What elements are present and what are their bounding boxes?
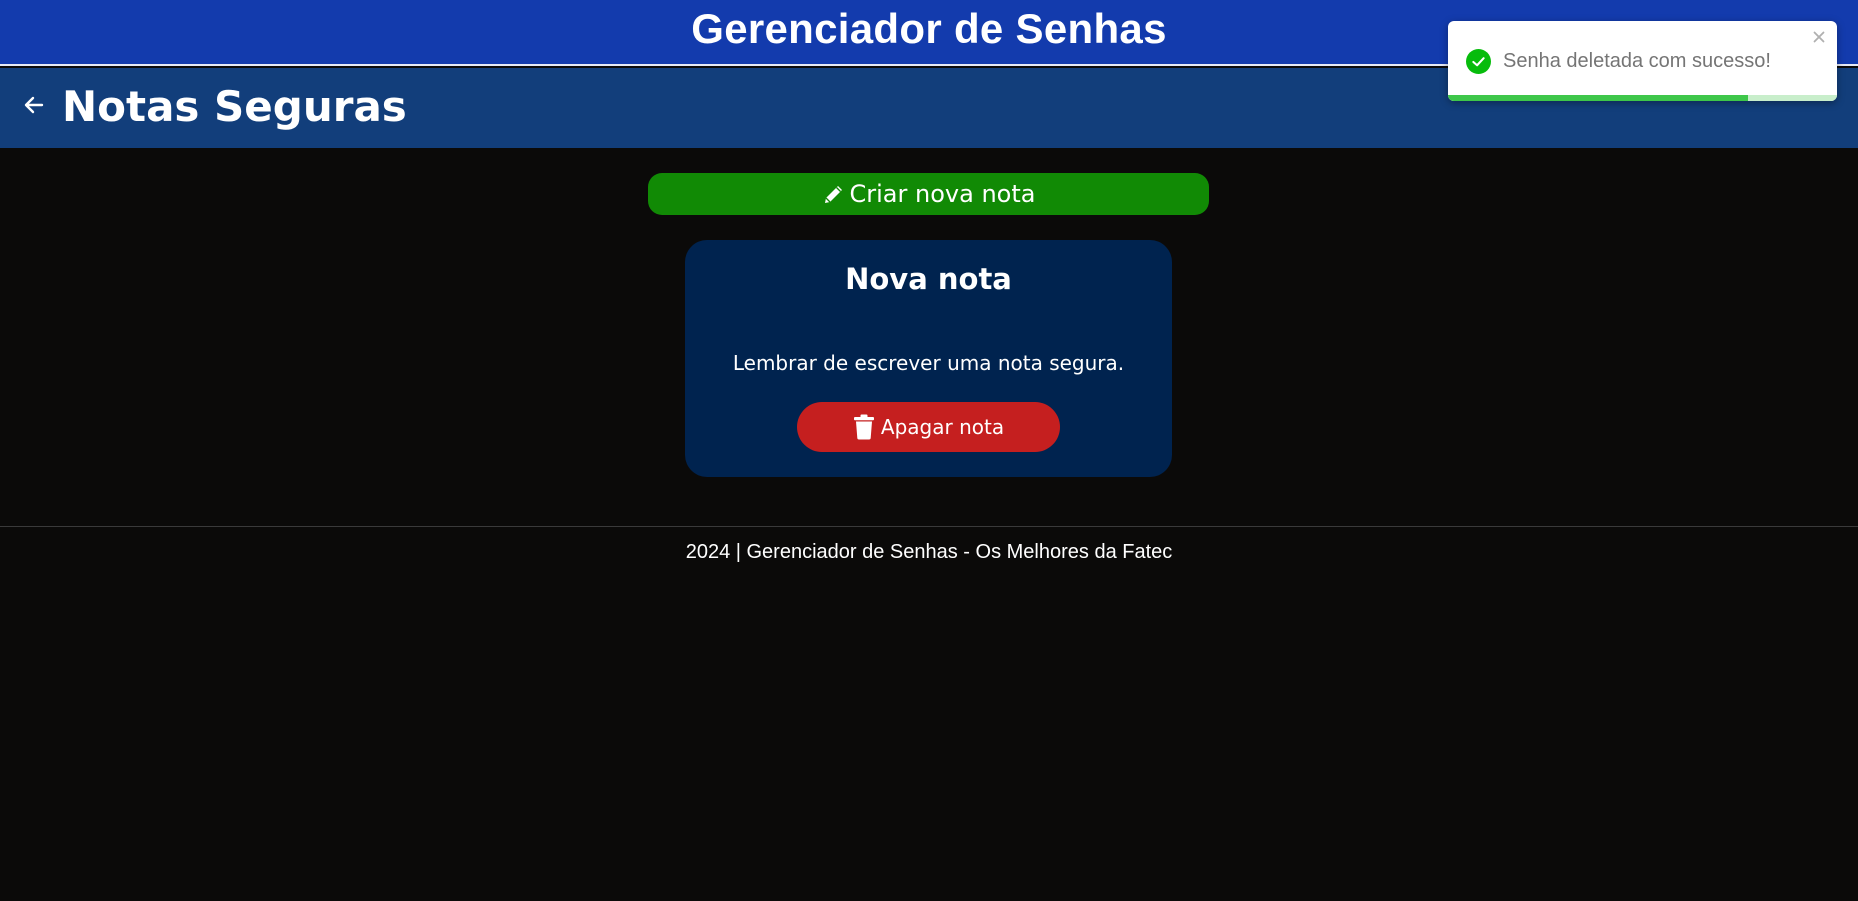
delete-note-button[interactable]: Apagar nota <box>797 402 1060 452</box>
toast-message: Senha deletada com sucesso! <box>1503 50 1771 72</box>
create-note-button[interactable]: Criar nova nota <box>648 173 1209 215</box>
pencil-icon <box>824 186 842 203</box>
toast-progress-track <box>1448 95 1837 101</box>
note-title: Nova nota <box>845 262 1012 296</box>
back-button[interactable] <box>20 91 48 119</box>
arrow-left-icon <box>24 96 44 114</box>
footer: 2024 | Gerenciador de Senhas - Os Melhor… <box>0 526 1858 564</box>
footer-text: 2024 | Gerenciador de Senhas - Os Melhor… <box>685 541 1173 563</box>
note-body: Lembrar de escrever uma nota segura. <box>732 351 1125 375</box>
success-toast[interactable]: Senha deletada com sucesso! <box>1448 21 1837 101</box>
toast-progress-bar <box>1448 95 1748 101</box>
check-circle-icon <box>1466 49 1491 74</box>
app-title: Gerenciador de Senhas <box>691 5 1167 52</box>
trash-icon <box>853 414 874 440</box>
create-note-label: Criar nova nota <box>849 180 1036 208</box>
delete-note-label: Apagar nota <box>880 415 1005 439</box>
note-card: Nova nota Lembrar de escrever uma nota s… <box>685 240 1172 477</box>
close-icon[interactable] <box>1811 29 1827 45</box>
page-title: Notas Seguras <box>62 81 407 131</box>
